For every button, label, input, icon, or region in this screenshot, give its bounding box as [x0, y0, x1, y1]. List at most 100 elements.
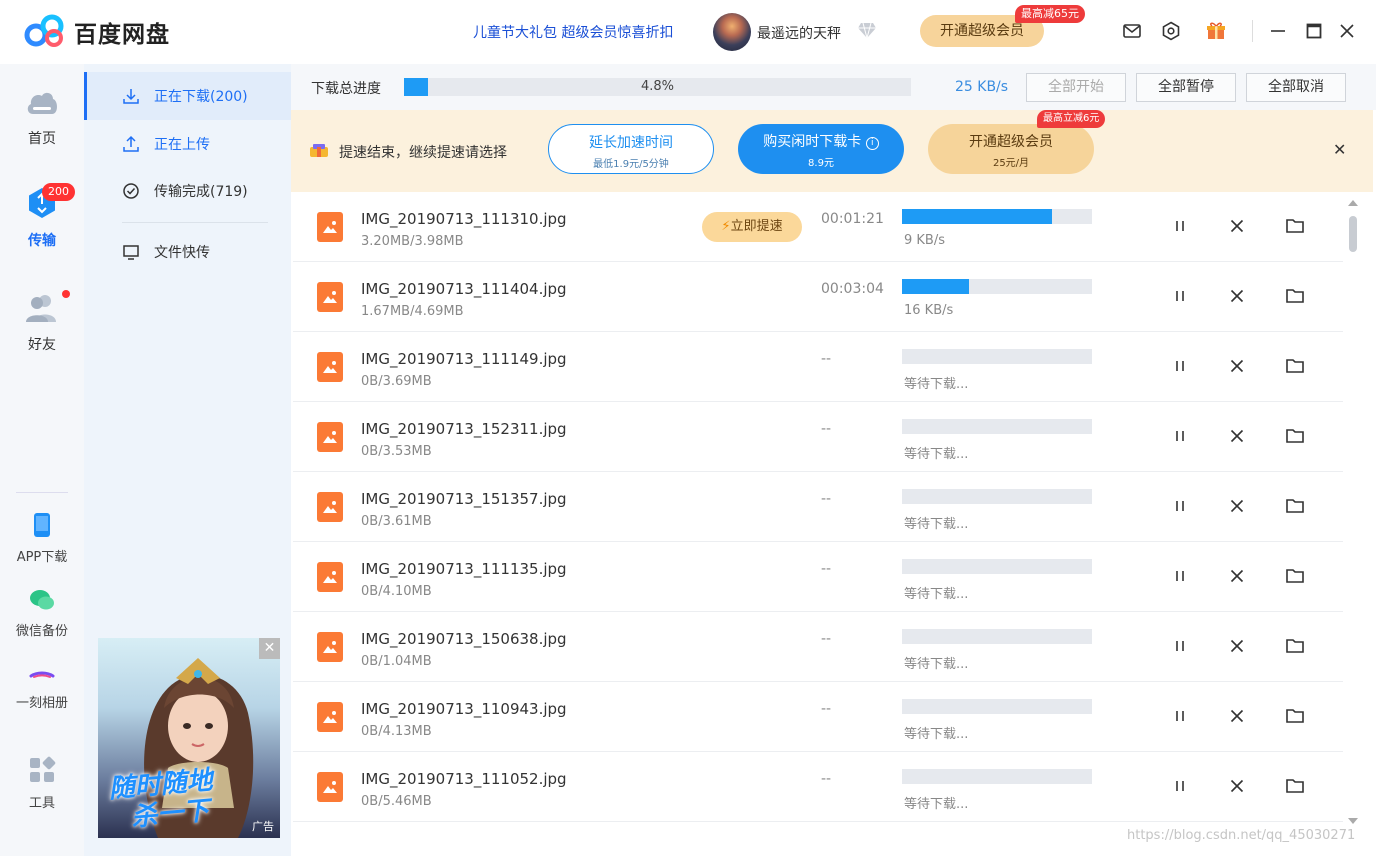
download-row[interactable]: IMG_20190713_111310.jpg 3.20MB/3.98MB ⚡立即提…	[293, 192, 1343, 262]
download-row[interactable]: IMG_20190713_111052.jpg 0B/5.46MB -- 等待下载..…	[293, 752, 1343, 822]
subnav-downloading[interactable]: 正在下载(200)	[84, 72, 291, 120]
banner-vip-button[interactable]: 开通超级会员 25元/月	[928, 124, 1094, 174]
image-file-icon	[317, 632, 343, 662]
avatar[interactable]	[713, 13, 751, 51]
tool-tools[interactable]: 工具	[0, 756, 84, 811]
open-folder-icon[interactable]	[1285, 216, 1305, 236]
file-size: 1.67MB/4.69MB	[361, 304, 464, 319]
cancel-icon[interactable]	[1227, 496, 1247, 516]
open-folder-icon[interactable]	[1285, 636, 1305, 656]
gift-icon[interactable]	[1206, 21, 1226, 41]
file-name: IMG_20190713_110943.jpg	[361, 700, 567, 718]
open-folder-icon[interactable]	[1285, 706, 1305, 726]
download-row[interactable]: IMG_20190713_151357.jpg 0B/3.61MB -- 等待下载..…	[293, 472, 1343, 542]
pause-icon[interactable]	[1170, 636, 1190, 656]
cancel-icon[interactable]	[1227, 706, 1247, 726]
cancel-icon[interactable]	[1227, 636, 1247, 656]
nav-label-transfer: 传输	[28, 233, 56, 249]
scroll-down-arrow[interactable]	[1348, 818, 1358, 824]
nav-label-friends: 好友	[28, 337, 56, 353]
file-name: IMG_20190713_111404.jpg	[361, 280, 567, 298]
tool-wechat-backup[interactable]: 微信备份	[0, 588, 84, 639]
speed-up-now-label: 立即提速	[730, 219, 783, 234]
tool-app-download[interactable]: APP下载	[0, 512, 84, 565]
pause-icon[interactable]	[1170, 776, 1190, 796]
ad-banner[interactable]: 随时随地 杀一下 广告	[98, 638, 280, 838]
pause-icon[interactable]	[1170, 566, 1190, 586]
username[interactable]: 最遥远的天秤	[757, 23, 841, 43]
cancel-icon[interactable]	[1227, 776, 1247, 796]
subnav-label-uploading: 正在上传	[154, 137, 210, 153]
extend-speedup-price: 最低1.9元/5分钟	[593, 159, 669, 170]
file-name: IMG_20190713_111052.jpg	[361, 770, 567, 788]
file-progress-bar	[902, 699, 1092, 714]
image-file-icon	[317, 422, 343, 452]
nav-item-home[interactable]: 首页	[0, 88, 84, 148]
open-folder-icon[interactable]	[1285, 426, 1305, 446]
open-folder-icon[interactable]	[1285, 566, 1305, 586]
diamond-icon[interactable]	[857, 22, 877, 39]
subnav-quick-transfer[interactable]: 文件快传	[84, 228, 291, 276]
scrollbar[interactable]	[1345, 192, 1359, 856]
speed-gift-icon	[310, 144, 328, 157]
pause-all-button[interactable]: 全部暂停	[1136, 73, 1236, 102]
cancel-icon[interactable]	[1227, 566, 1247, 586]
pause-icon[interactable]	[1170, 496, 1190, 516]
time-remaining: 00:03:04	[821, 281, 884, 297]
mail-icon[interactable]	[1122, 21, 1142, 41]
file-size: 0B/1.04MB	[361, 654, 432, 669]
pause-icon[interactable]	[1170, 706, 1190, 726]
open-folder-icon[interactable]	[1285, 776, 1305, 796]
subnav-completed[interactable]: 传输完成(719)	[84, 167, 291, 215]
file-progress-fill	[902, 279, 969, 294]
file-size: 0B/4.13MB	[361, 724, 432, 739]
scrollbar-thumb[interactable]	[1349, 216, 1357, 252]
title-bar: 百度网盘 儿童节大礼包 超级会员惊喜折扣 最遥远的天秤 开通超级会员 最高减65…	[0, 0, 1376, 64]
download-status: 等待下载...	[904, 587, 969, 602]
open-folder-icon[interactable]	[1285, 496, 1305, 516]
close-window-icon[interactable]	[1337, 21, 1357, 41]
left-nav: 首页 200 传输 好友 APP下载 微信备份 一刻相册 工具	[0, 64, 84, 856]
open-folder-icon[interactable]	[1285, 286, 1305, 306]
scroll-up-arrow[interactable]	[1348, 200, 1358, 206]
ad-close-button[interactable]: ✕	[259, 638, 280, 659]
banner-vip-price: 25元/月	[992, 158, 1030, 169]
maximize-icon[interactable]	[1304, 21, 1324, 41]
download-row[interactable]: IMG_20190713_150638.jpg 0B/1.04MB -- 等待下载..…	[293, 612, 1343, 682]
nav-item-friends[interactable]: 好友	[0, 290, 84, 354]
pause-icon[interactable]	[1170, 426, 1190, 446]
vip-discount-badge: 最高减65元	[1015, 5, 1085, 23]
speed-up-now-button[interactable]: ⚡立即提速	[702, 212, 802, 242]
settings-icon[interactable]	[1161, 21, 1181, 41]
pause-icon[interactable]	[1170, 216, 1190, 236]
pause-icon[interactable]	[1170, 286, 1190, 306]
minimize-icon[interactable]	[1268, 21, 1288, 41]
image-file-icon	[317, 772, 343, 802]
subnav-uploading[interactable]: 正在上传	[84, 120, 291, 168]
download-row[interactable]: IMG_20190713_110943.jpg 0B/4.13MB -- 等待下载..…	[293, 682, 1343, 752]
album-icon	[29, 671, 55, 678]
open-folder-icon[interactable]	[1285, 356, 1305, 376]
extend-speedup-button[interactable]: 延长加速时间 最低1.9元/5分钟	[548, 124, 714, 174]
download-row[interactable]: IMG_20190713_111404.jpg 1.67MB/4.69MB 00:0…	[293, 262, 1343, 332]
banner-close-icon[interactable]: ✕	[1333, 140, 1346, 159]
cancel-icon[interactable]	[1227, 356, 1247, 376]
download-row[interactable]: IMG_20190713_111149.jpg 0B/3.69MB -- 等待下载..…	[293, 332, 1343, 402]
download-row[interactable]: IMG_20190713_152311.jpg 0B/3.53MB -- 等待下载..…	[293, 402, 1343, 472]
tool-album[interactable]: 一刻相册	[0, 668, 84, 711]
cloud-icon	[27, 92, 57, 114]
buy-idle-card-button[interactable]: 购买闲时下载卡 i 8.9元	[738, 124, 904, 174]
cancel-icon[interactable]	[1227, 216, 1247, 236]
cancel-all-button[interactable]: 全部取消	[1246, 73, 1346, 102]
cancel-icon[interactable]	[1227, 426, 1247, 446]
start-all-button[interactable]: 全部开始	[1026, 73, 1126, 102]
total-progress-percent: 4.8%	[640, 79, 675, 94]
time-remaining: 00:01:21	[821, 211, 884, 227]
cancel-icon[interactable]	[1227, 286, 1247, 306]
pause-icon[interactable]	[1170, 356, 1190, 376]
download-row[interactable]: IMG_20190713_111135.jpg 0B/4.10MB -- 等待下载..…	[293, 542, 1343, 612]
promo-link[interactable]: 儿童节大礼包 超级会员惊喜折扣	[473, 22, 673, 42]
subnav-label-quick-transfer: 文件快传	[154, 245, 210, 261]
nav-item-transfer[interactable]: 200 传输	[0, 183, 84, 250]
subnav-label-completed: 传输完成(719)	[154, 184, 248, 200]
